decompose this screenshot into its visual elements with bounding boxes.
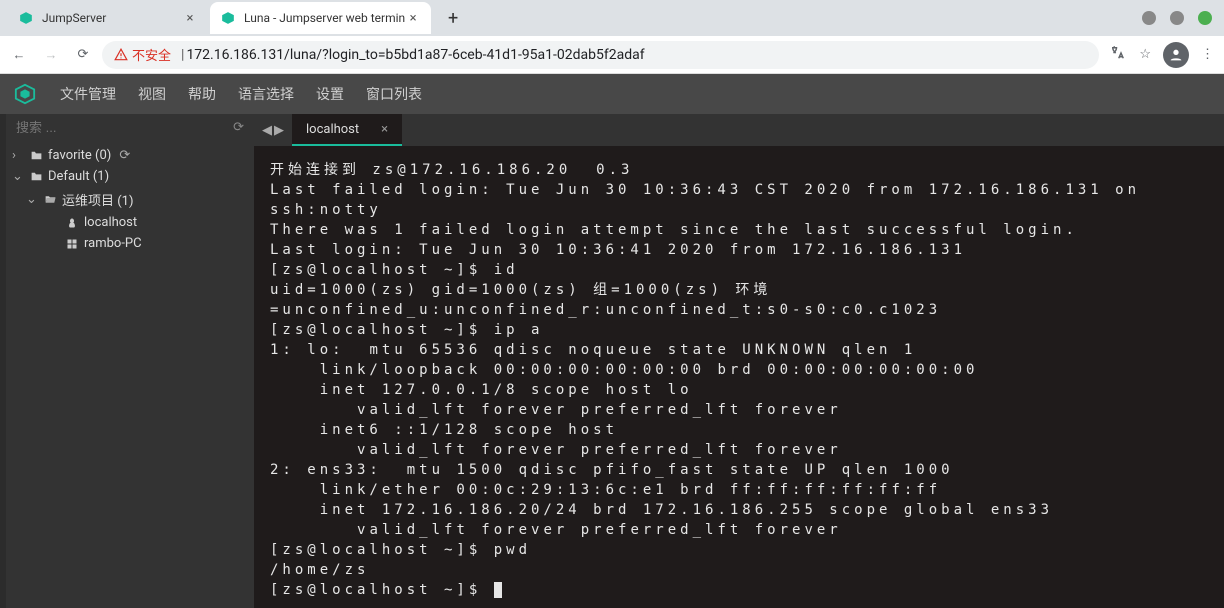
- address-bar: ← → ⟳ 不安全 | 172.16.186.131/luna/?login_t…: [0, 36, 1224, 74]
- tab-next-icon[interactable]: ▶: [274, 123, 284, 138]
- tab-prev-icon[interactable]: ◀: [262, 123, 272, 138]
- tab-favicon-icon: [220, 10, 236, 26]
- tree-label: rambo-PC: [84, 236, 142, 251]
- tree-label: Default (1): [48, 169, 109, 184]
- tab-favicon-icon: [18, 10, 34, 26]
- app-menu-bar: 文件管理 视图 帮助 语言选择 设置 窗口列表: [0, 74, 1224, 114]
- browser-tab-jumpserver[interactable]: JumpServer ×: [8, 2, 208, 34]
- tree-favorite[interactable]: › favorite (0) ⟳: [6, 145, 254, 166]
- bookmark-icon[interactable]: ☆: [1139, 47, 1151, 62]
- back-button[interactable]: ←: [10, 47, 28, 63]
- window-minimize-icon[interactable]: [1142, 11, 1156, 25]
- close-icon[interactable]: ×: [405, 10, 421, 26]
- tree-host-localhost[interactable]: localhost: [6, 212, 254, 233]
- terminal-tab-bar: ◀ ▶ localhost ×: [254, 114, 1224, 146]
- terminal-tab-label: localhost: [306, 122, 359, 137]
- search-input[interactable]: [16, 120, 233, 135]
- tree-label: 运维项目 (1): [62, 190, 134, 209]
- sidebar: ⟳ › favorite (0) ⟳ ⌄ Default (1) ⌄ 运维项: [6, 114, 254, 608]
- folder-icon: [28, 170, 44, 183]
- url-text: 172.16.186.131/luna/?login_to=b5bd1a87-6…: [186, 47, 644, 63]
- reload-button[interactable]: ⟳: [74, 47, 92, 63]
- window-maximize-icon[interactable]: [1170, 11, 1184, 25]
- folder-open-icon: [42, 193, 58, 206]
- menu-language[interactable]: 语言选择: [238, 84, 294, 104]
- url-input[interactable]: 不安全 | 172.16.186.131/luna/?login_to=b5bd…: [102, 41, 1099, 69]
- window-close-icon[interactable]: [1198, 11, 1212, 25]
- tree-label: favorite (0): [48, 148, 111, 163]
- menu-icon[interactable]: ⋮: [1201, 47, 1214, 62]
- tree-default[interactable]: ⌄ Default (1): [6, 166, 254, 187]
- terminal-tab-localhost[interactable]: localhost ×: [292, 114, 402, 146]
- forward-button[interactable]: →: [42, 47, 60, 63]
- refresh-icon[interactable]: ⟳: [233, 120, 244, 135]
- tree-host-rambo-pc[interactable]: rambo-PC: [6, 233, 254, 254]
- tree-project[interactable]: ⌄ 运维项目 (1): [6, 187, 254, 212]
- chevron-right-icon: ›: [12, 148, 24, 163]
- reload-icon[interactable]: ⟳: [119, 148, 130, 163]
- menu-help[interactable]: 帮助: [188, 84, 216, 104]
- browser-tab-strip: JumpServer × Luna - Jumpserver web termi…: [0, 0, 1224, 36]
- translate-icon[interactable]: [1109, 44, 1127, 66]
- browser-tab-luna[interactable]: Luna - Jumpserver web termin ×: [210, 2, 431, 34]
- menu-view[interactable]: 视图: [138, 84, 166, 104]
- linux-icon: [64, 217, 80, 229]
- close-icon[interactable]: ×: [182, 10, 198, 26]
- tree-label: localhost: [84, 215, 137, 230]
- insecure-warning: 不安全: [114, 45, 171, 64]
- close-icon[interactable]: ×: [381, 122, 388, 137]
- profile-avatar[interactable]: [1163, 42, 1189, 68]
- window-controls: [1142, 11, 1224, 25]
- main-panel: ◀ ▶ localhost × 开始连接到 zs@172.16.186.20 0…: [254, 114, 1224, 608]
- insecure-label: 不安全: [132, 45, 171, 64]
- windows-icon: [64, 238, 80, 250]
- tab-title: JumpServer: [42, 11, 182, 25]
- asset-tree: › favorite (0) ⟳ ⌄ Default (1) ⌄ 运维项目 (1…: [6, 141, 254, 258]
- chevron-down-icon: ⌄: [26, 192, 38, 207]
- new-tab-button[interactable]: +: [439, 4, 467, 32]
- menu-settings[interactable]: 设置: [316, 84, 344, 104]
- tab-title: Luna - Jumpserver web termin: [244, 11, 405, 25]
- chevron-down-icon: ⌄: [12, 169, 24, 184]
- menu-window-list[interactable]: 窗口列表: [366, 84, 422, 104]
- terminal-output[interactable]: 开始连接到 zs@172.16.186.20 0.3 Last failed l…: [254, 146, 1224, 608]
- app-logo-icon: [12, 81, 38, 107]
- folder-icon: [28, 149, 44, 162]
- menu-file-manage[interactable]: 文件管理: [60, 84, 116, 104]
